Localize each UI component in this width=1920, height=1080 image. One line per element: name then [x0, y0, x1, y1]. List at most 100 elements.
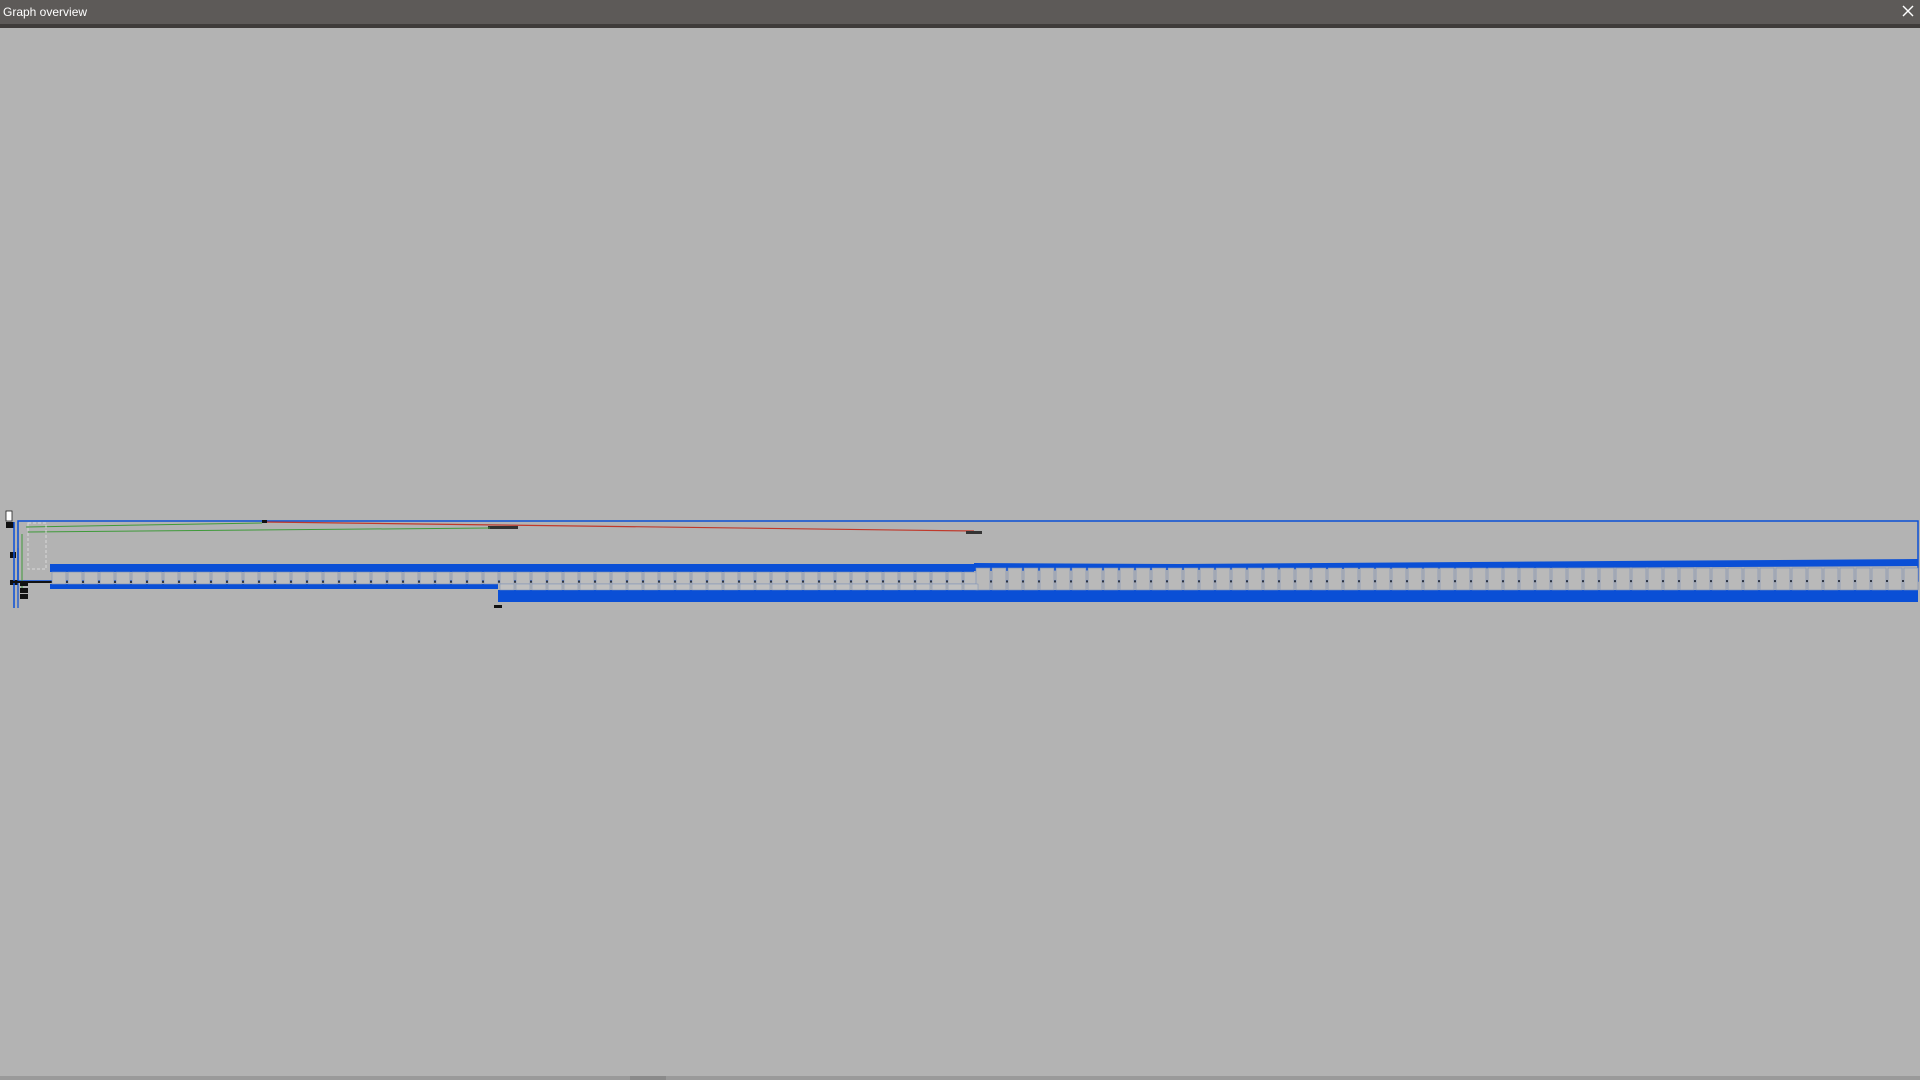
grid-cell — [387, 571, 403, 585]
scrollbar-thumb[interactable] — [630, 1076, 666, 1080]
graph-overview-drawing — [5, 510, 1919, 608]
grid-cell — [947, 583, 963, 591]
grid-cell — [1743, 567, 1759, 591]
blue-band-lower-left — [50, 584, 498, 589]
grid-cell — [1039, 567, 1055, 591]
grid-cell — [1247, 567, 1263, 591]
grid-cell — [307, 571, 323, 585]
grid-cell — [403, 571, 419, 585]
grid-cell — [611, 571, 627, 585]
grid-cell — [1087, 567, 1103, 591]
grid-cell — [355, 571, 371, 585]
grid-cell — [371, 571, 387, 585]
lower-band-node — [494, 605, 502, 608]
grid-cell — [1071, 567, 1087, 591]
grid-cell — [867, 571, 883, 585]
grid-cell — [435, 571, 451, 585]
grid-cell — [1215, 567, 1231, 591]
grid-cell — [1167, 567, 1183, 591]
grid-cell — [1311, 567, 1327, 591]
grid-cell — [67, 571, 83, 585]
grid-cell — [323, 571, 339, 585]
grid-cell — [1295, 567, 1311, 591]
grid-cell — [1471, 567, 1487, 591]
grid-cell — [595, 571, 611, 585]
grid-cell — [723, 571, 739, 585]
grid-cell — [99, 571, 115, 585]
grid-cell — [563, 571, 579, 585]
grid-cell — [1551, 567, 1567, 591]
grid-cell — [1535, 567, 1551, 591]
grid-cell — [1759, 567, 1775, 591]
red-link-node-a — [262, 520, 267, 523]
grid-cell — [1343, 567, 1359, 591]
grid-cell — [211, 571, 227, 585]
grid-cell — [915, 571, 931, 585]
grid-cell — [947, 571, 963, 585]
grid-cell — [867, 583, 883, 591]
grid-cell — [515, 583, 531, 591]
grid-cell — [1903, 567, 1919, 591]
grid-cell — [803, 583, 819, 591]
grid-cell — [1631, 567, 1647, 591]
grid-cell — [1119, 567, 1135, 591]
grid-cell — [147, 571, 163, 585]
grid-cell — [1103, 567, 1119, 591]
grid-cell — [819, 583, 835, 591]
blue-band-lower — [498, 590, 1918, 602]
grid-cell — [707, 571, 723, 585]
grid-cell — [339, 571, 355, 585]
grid-cell — [163, 571, 179, 585]
grid-cell — [1407, 567, 1423, 591]
red-link — [263, 521, 975, 532]
red-link-node-b — [488, 526, 518, 529]
grid-cell — [643, 571, 659, 585]
grid-cell — [691, 571, 707, 585]
grid-cell — [243, 571, 259, 585]
left-node-black-1 — [6, 522, 14, 528]
grid-cell — [1279, 567, 1295, 591]
grid-cell — [1183, 567, 1199, 591]
grid-cell — [707, 583, 723, 591]
grid-cell — [931, 571, 947, 585]
grid-cell — [467, 571, 483, 585]
grid-cell — [1455, 567, 1471, 591]
grid-cell — [1199, 567, 1215, 591]
grid-cell — [179, 571, 195, 585]
grid-cell — [883, 583, 899, 591]
red-link-node-c — [966, 531, 982, 534]
grid-cell — [1839, 567, 1855, 591]
grid-cell — [419, 571, 435, 585]
grid-cell — [115, 571, 131, 585]
grid-cell — [611, 583, 627, 591]
grid-cell — [851, 583, 867, 591]
grid-cell — [1855, 567, 1871, 591]
window-title: Graph overview — [3, 5, 88, 19]
title-bar[interactable]: Graph overview — [0, 0, 1920, 28]
grid-cell — [1679, 567, 1695, 591]
green-link-2 — [27, 527, 491, 533]
grid-cell — [259, 571, 275, 585]
grid-cell — [819, 571, 835, 585]
horizontal-scrollbar[interactable] — [0, 1076, 1920, 1080]
left-node-black-6 — [20, 594, 28, 599]
grid-cell — [83, 571, 99, 585]
close-button[interactable] — [1898, 1, 1918, 21]
grid-cell — [803, 571, 819, 585]
grid-cell — [915, 583, 931, 591]
grid-cell — [1231, 567, 1247, 591]
grid-cell — [451, 571, 467, 585]
graph-canvas[interactable] — [0, 28, 1920, 1076]
grid-cell — [1359, 567, 1375, 591]
grid-cell — [771, 571, 787, 585]
grid-cell — [659, 583, 675, 591]
grid-cell — [675, 571, 691, 585]
grid-cell — [1487, 567, 1503, 591]
grid-cell — [771, 583, 787, 591]
grid-cell — [643, 583, 659, 591]
grid-cell — [835, 583, 851, 591]
grid-cell — [1727, 567, 1743, 591]
grid-cell — [1439, 567, 1455, 591]
grid-cell — [739, 583, 755, 591]
grid-cell — [1023, 567, 1039, 591]
